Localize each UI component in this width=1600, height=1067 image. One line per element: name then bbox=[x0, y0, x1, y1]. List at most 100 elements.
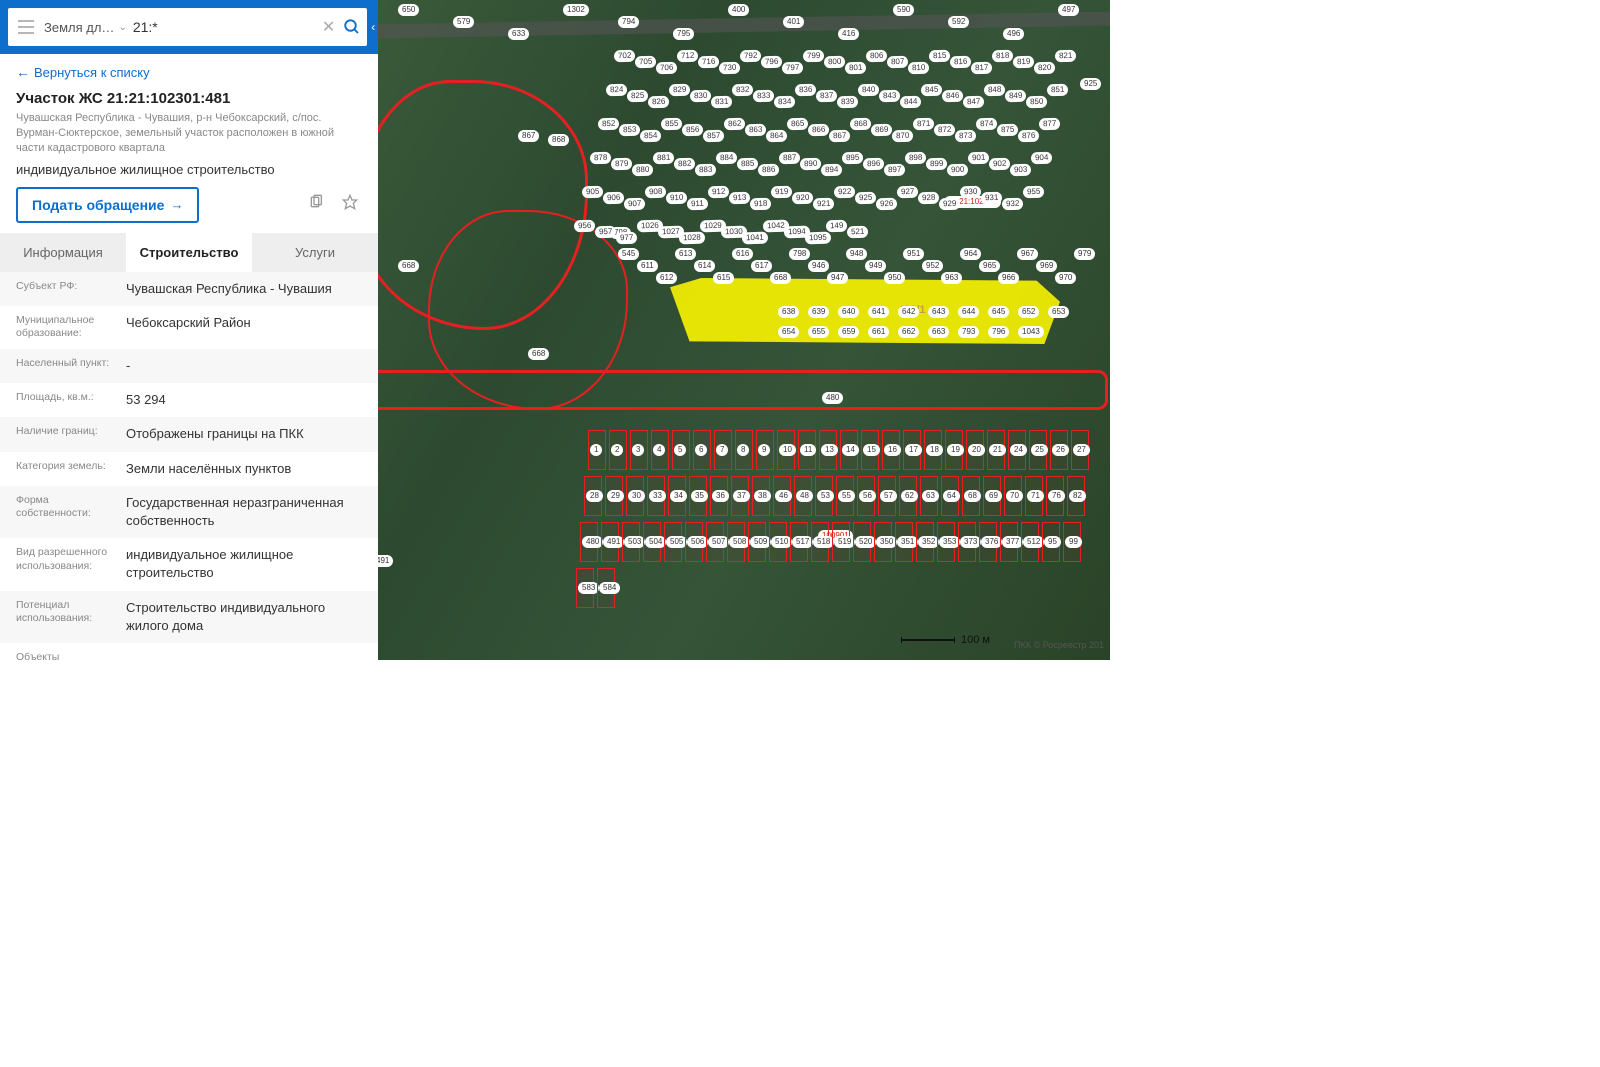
plot bbox=[941, 476, 959, 516]
parcel-label: 840 bbox=[858, 84, 880, 97]
parcel-label: 843 bbox=[879, 90, 901, 103]
plot bbox=[811, 522, 829, 562]
parcel-label: 920 bbox=[792, 192, 814, 205]
parcel-label: 834 bbox=[774, 96, 796, 109]
water-boundary bbox=[378, 370, 1108, 410]
plot bbox=[622, 522, 640, 562]
search-bar: Земля дл… ⌄ ✕ ‹ bbox=[0, 0, 378, 54]
collapse-sidebar-icon[interactable]: ‹ bbox=[371, 20, 375, 34]
plot bbox=[857, 476, 875, 516]
parcel-label: 817 bbox=[971, 62, 993, 75]
plot bbox=[987, 430, 1005, 470]
plot bbox=[672, 430, 690, 470]
properties-list[interactable]: Субъект РФ:Чувашская Республика - Чуваши… bbox=[0, 272, 378, 660]
search-icon[interactable] bbox=[343, 18, 361, 36]
property-label: Объекты капитального строительства: bbox=[16, 651, 126, 660]
star-icon[interactable] bbox=[338, 190, 362, 219]
parcel-address: Чувашская Республика - Чувашия, р-н Чебо… bbox=[16, 111, 362, 156]
parcel-label: 844 bbox=[900, 96, 922, 109]
plot bbox=[731, 476, 749, 516]
menu-icon[interactable] bbox=[14, 20, 38, 34]
parcel-label: 857 bbox=[703, 130, 725, 143]
parcel-label: 833 bbox=[753, 90, 775, 103]
property-label: Потенциал использования: bbox=[16, 599, 126, 635]
parcel-label: 926 bbox=[876, 198, 898, 211]
parcel-label: 904 bbox=[1031, 152, 1053, 165]
parcel-label: 829 bbox=[669, 84, 691, 97]
subdivision-grid: 7027057067127167307927967977998008018068… bbox=[614, 50, 1094, 260]
parcel-label: 818 bbox=[992, 50, 1014, 63]
property-row: Категория земель:Земли населённых пункто… bbox=[0, 452, 378, 486]
property-value: Земли населённых пунктов bbox=[126, 460, 362, 478]
selected-parcel-highlight bbox=[670, 278, 1060, 344]
property-value: индивидуальное жилищное строительство bbox=[126, 546, 362, 582]
parcel-label: 730 bbox=[719, 62, 741, 75]
village-plots: 1234567891011131415161718192021242526272… bbox=[588, 430, 1100, 620]
plot bbox=[651, 430, 669, 470]
parcel-label: 855 bbox=[661, 118, 683, 131]
parcel-label: 837 bbox=[816, 90, 838, 103]
property-label: Наличие границ: bbox=[16, 425, 126, 443]
search-box: Земля дл… ⌄ ✕ bbox=[8, 8, 367, 46]
plot bbox=[819, 430, 837, 470]
plot bbox=[979, 522, 997, 562]
parcel-header: Участок ЖС 21:21:102301:481 Чувашская Ре… bbox=[0, 90, 378, 233]
parcel-label: 931 bbox=[981, 192, 1003, 205]
plot bbox=[861, 430, 879, 470]
parcel-label: 932 bbox=[1002, 198, 1024, 211]
plot bbox=[958, 522, 976, 562]
clear-icon[interactable]: ✕ bbox=[320, 17, 337, 37]
parcel-label: 929 bbox=[939, 198, 961, 211]
plot bbox=[735, 430, 753, 470]
back-link[interactable]: ← Вернуться к списку bbox=[0, 54, 378, 90]
plot bbox=[685, 522, 703, 562]
plot bbox=[1067, 476, 1085, 516]
parcel-label: 877 bbox=[1039, 118, 1061, 131]
parcel-label: 1029 bbox=[700, 220, 726, 233]
plot bbox=[597, 568, 615, 608]
parcel-label: 899 bbox=[926, 158, 948, 171]
plot bbox=[1008, 430, 1026, 470]
plot bbox=[794, 476, 812, 516]
parcel-label: 864 bbox=[766, 130, 788, 143]
parcel-label: 870 bbox=[892, 130, 914, 143]
property-row: Площадь, кв.м.:53 294 bbox=[0, 383, 378, 417]
plot bbox=[1071, 430, 1089, 470]
copy-icon[interactable] bbox=[304, 190, 328, 219]
plot bbox=[580, 522, 598, 562]
property-row: Форма собственности:Государственная нера… bbox=[0, 486, 378, 538]
parcel-label: 863 bbox=[745, 124, 767, 137]
parcel-label: 1095 bbox=[805, 232, 831, 245]
plot bbox=[769, 522, 787, 562]
parcel-label: 872 bbox=[934, 124, 956, 137]
parcel-label: 849 bbox=[1005, 90, 1027, 103]
chevron-down-icon: ⌄ bbox=[118, 22, 126, 33]
parcel-label: 792 bbox=[740, 50, 762, 63]
property-row: Муниципальное образование:Чебоксарский Р… bbox=[0, 306, 378, 349]
parcel-label: 890 bbox=[800, 158, 822, 171]
parcel-label: 815 bbox=[929, 50, 951, 63]
plot bbox=[798, 430, 816, 470]
property-label: Вид разрешенного использования: bbox=[16, 546, 126, 582]
tab-info[interactable]: Информация bbox=[0, 233, 126, 272]
parcel-label: 832 bbox=[732, 84, 754, 97]
parcel-label: 898 bbox=[905, 152, 927, 165]
plot bbox=[1046, 476, 1064, 516]
tab-construction[interactable]: Строительство bbox=[126, 233, 252, 272]
map-canvas[interactable]: 481/1 867 868 668 668 798 925 21:21:1023… bbox=[378, 0, 1110, 660]
property-label: Форма собственности: bbox=[16, 494, 126, 530]
parcel-label: 1042 bbox=[763, 220, 789, 233]
parcel-label: 897 bbox=[884, 164, 906, 177]
plot bbox=[895, 522, 913, 562]
property-row: Потенциал использования:Строительство ин… bbox=[0, 591, 378, 643]
parcel-label: 896 bbox=[863, 158, 885, 171]
tab-services[interactable]: Услуги bbox=[252, 233, 378, 272]
plot bbox=[630, 430, 648, 470]
search-input[interactable] bbox=[133, 19, 314, 35]
category-select[interactable]: Земля дл… ⌄ bbox=[44, 20, 127, 35]
submit-request-button[interactable]: Подать обращение → bbox=[16, 187, 199, 223]
parcel-label: 869 bbox=[871, 124, 893, 137]
parcel-label: 149 bbox=[826, 220, 848, 233]
selected-parcel-label: 481/1 bbox=[898, 304, 926, 316]
parcel-label: 521 bbox=[847, 226, 869, 239]
